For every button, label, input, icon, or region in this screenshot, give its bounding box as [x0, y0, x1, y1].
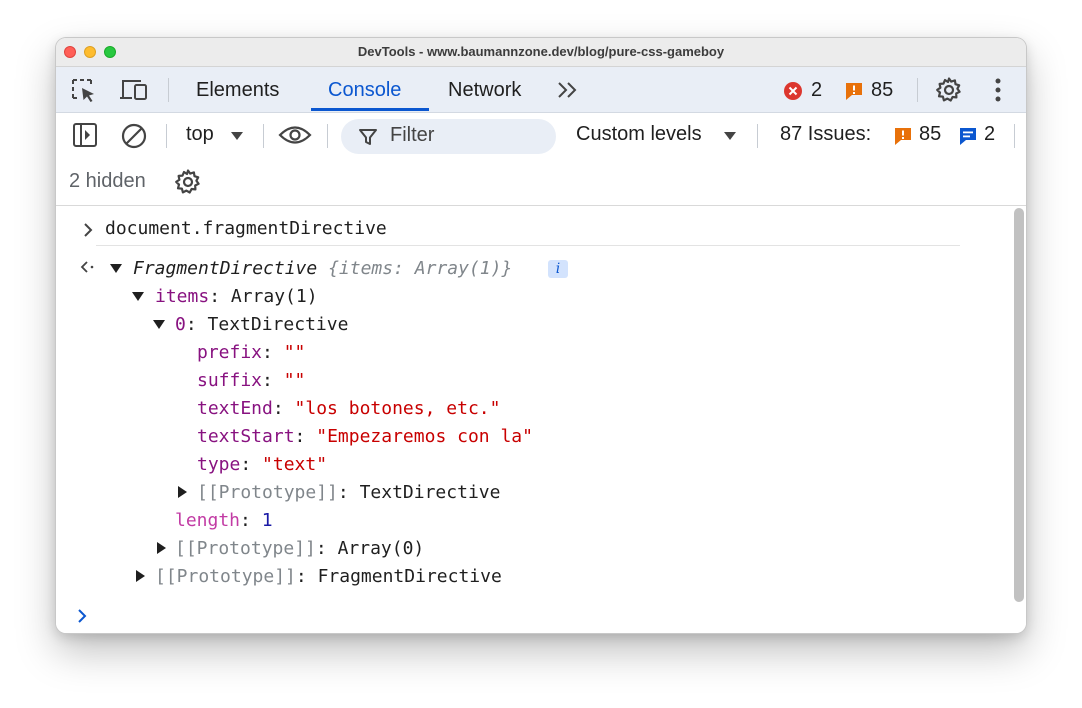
expand-toggle-closed[interactable]: [157, 542, 166, 554]
property-value: TextDirective: [359, 482, 501, 503]
chevron-down-icon: [724, 132, 736, 140]
property-key: textStart: [197, 426, 295, 447]
property-row[interactable]: [[Prototype]]: FragmentDirective: [155, 566, 502, 587]
filter-placeholder: Filter: [390, 124, 435, 146]
live-expression-eye-icon[interactable]: [278, 124, 312, 146]
property-row[interactable]: [[Prototype]]: TextDirective: [197, 482, 500, 503]
expand-toggle-open[interactable]: [153, 320, 165, 329]
property-key: [[Prototype]]: [175, 538, 316, 559]
toolbar-divider: [327, 124, 328, 148]
property-row[interactable]: textStart: "Empezaremos con la": [197, 426, 533, 447]
error-count[interactable]: 2: [811, 79, 822, 102]
property-value: FragmentDirective: [317, 566, 502, 587]
property-key: length: [175, 510, 241, 531]
result-class-name: FragmentDirective: [133, 258, 318, 279]
property-row[interactable]: type: "text": [197, 454, 327, 475]
context-selector[interactable]: top: [186, 123, 248, 149]
property-value: "los botones, etc.": [294, 398, 501, 419]
property-value: "": [283, 370, 306, 391]
clear-console-icon[interactable]: [120, 122, 148, 150]
toolbar-divider: [263, 124, 264, 148]
toolbar-divider: [166, 124, 167, 148]
expand-toggle-closed[interactable]: [178, 486, 187, 498]
expand-toggle-open[interactable]: [132, 292, 144, 301]
info-badge-icon[interactable]: i: [548, 260, 568, 278]
toolbar-divider: [1014, 124, 1015, 148]
hidden-messages-count: 2 hidden: [69, 170, 146, 192]
expand-toggle-closed[interactable]: [136, 570, 145, 582]
issues-info-count: 2: [984, 123, 996, 145]
property-row[interactable]: prefix: "": [197, 342, 305, 363]
property-value: "Empezaremos con la": [316, 426, 533, 447]
log-levels-value: Custom levels: [576, 123, 702, 145]
issues-warning-icon: [895, 128, 911, 145]
log-levels-dropdown[interactable]: Custom levels: [576, 123, 741, 149]
property-key: textEnd: [197, 398, 273, 419]
property-value: 1: [261, 510, 273, 531]
window-title: DevTools - www.baumannzone.dev/blog/pure…: [357, 44, 725, 59]
issues-warning-count: 85: [919, 123, 942, 145]
property-row[interactable]: items: Array(1): [155, 286, 318, 307]
property-value: TextDirective: [207, 314, 349, 335]
property-row[interactable]: 0: TextDirective: [175, 314, 348, 335]
issues-info-icon: [960, 128, 976, 145]
property-value: Array(0): [337, 538, 425, 559]
issues-button[interactable]: 87 Issues: 85 2: [780, 123, 1000, 149]
more-tabs-chevron-icon[interactable]: [556, 80, 580, 100]
panel-tab-bar: Elements Console Network 2 85: [56, 67, 1026, 113]
more-options-icon[interactable]: [992, 77, 1004, 103]
console-toolbar: top Filter Custom levels 87 Issues: 85 2…: [56, 113, 1026, 206]
console-settings-gear-icon[interactable]: [174, 168, 202, 196]
result-preview: {items: Array(1)}: [328, 258, 513, 279]
toolbar-divider: [757, 124, 758, 148]
toolbar-divider: [917, 78, 918, 102]
error-icon[interactable]: [783, 81, 803, 101]
context-selector-value: top: [186, 123, 214, 145]
property-key: prefix: [197, 342, 263, 363]
property-value: Array(1): [230, 286, 318, 307]
property-key: suffix: [197, 370, 263, 391]
message-divider: [96, 245, 960, 246]
sidebar-toggle-icon[interactable]: [72, 122, 98, 148]
filter-funnel-icon: [359, 129, 377, 145]
result-summary[interactable]: FragmentDirective {items: Array(1)}: [133, 258, 512, 279]
issues-label: 87 Issues:: [780, 123, 872, 145]
inspect-element-icon[interactable]: [70, 77, 98, 103]
settings-gear-icon[interactable]: [935, 76, 963, 104]
property-key: [[Prototype]]: [155, 566, 296, 587]
expand-toggle-open[interactable]: [110, 264, 122, 273]
filter-input[interactable]: Filter: [341, 119, 556, 154]
console-output[interactable]: document.fragmentDirective FragmentDirec…: [56, 206, 1026, 633]
tab-elements[interactable]: Elements: [196, 79, 279, 102]
tab-console[interactable]: Console: [328, 79, 401, 102]
property-row[interactable]: length: 1: [175, 510, 273, 531]
console-input-command[interactable]: document.fragmentDirective: [105, 218, 387, 239]
title-bar: DevTools - www.baumannzone.dev/blog/pure…: [56, 38, 1026, 67]
console-scrollbar[interactable]: [1014, 208, 1024, 602]
warning-count[interactable]: 85: [871, 79, 893, 102]
input-prompt-chevron-icon: [84, 223, 93, 237]
property-key: 0: [175, 314, 186, 335]
active-tab-indicator: [311, 108, 429, 111]
devtools-window: DevTools - www.baumannzone.dev/blog/pure…: [56, 38, 1026, 633]
chevron-down-icon: [231, 132, 243, 140]
property-row[interactable]: textEnd: "los botones, etc.": [197, 398, 500, 419]
device-toolbar-icon[interactable]: [119, 77, 149, 103]
property-key: [[Prototype]]: [197, 482, 338, 503]
toolbar-divider: [168, 78, 169, 102]
property-key: items: [155, 286, 210, 307]
property-row[interactable]: suffix: "": [197, 370, 305, 391]
property-key: type: [197, 454, 241, 475]
console-prompt-chevron-icon[interactable]: [76, 608, 88, 624]
property-row[interactable]: [[Prototype]]: Array(0): [175, 538, 424, 559]
property-value: "": [283, 342, 306, 363]
warning-icon[interactable]: [844, 81, 864, 101]
property-value: "text": [262, 454, 328, 475]
result-return-arrow-icon: [80, 261, 94, 273]
tab-network[interactable]: Network: [448, 79, 521, 102]
